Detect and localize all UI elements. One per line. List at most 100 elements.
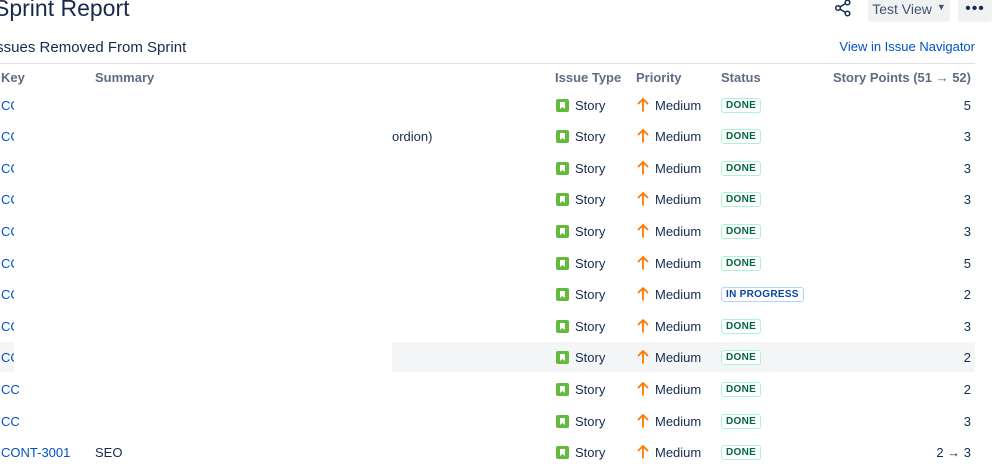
row-issue-type: Story [556, 311, 605, 341]
story-icon [556, 382, 569, 396]
issue-type-label: Story [575, 255, 606, 271]
priority-medium-icon [637, 129, 649, 143]
story-icon [556, 224, 569, 238]
story-points-value: 3 [963, 318, 971, 334]
status-badge: DONE [721, 223, 762, 239]
row-status: DONE [721, 184, 762, 214]
row-issue-type: Story [556, 153, 605, 183]
status-badge: DONE [721, 444, 762, 460]
priority-label: Medium [655, 286, 702, 302]
priority-medium-icon [637, 382, 649, 396]
table-row[interactable]: CC Story Medium DONE 3 [0, 406, 975, 436]
row-story-points: 2 [964, 374, 971, 404]
story-points-value: 2 → 3 [936, 444, 971, 460]
column-header-key[interactable]: Key [1, 70, 25, 85]
story-icon [556, 192, 569, 206]
issue-type-label: Story [575, 349, 606, 365]
row-priority: Medium [637, 406, 701, 436]
priority-label: Medium [655, 97, 702, 113]
status-badge: DONE [721, 255, 762, 271]
row-key: CONT-3001 [1, 437, 70, 464]
row-status: DONE [721, 406, 762, 436]
row-issue-type: Story [556, 184, 605, 214]
more-actions-button[interactable]: ••• [958, 0, 992, 22]
priority-medium-icon [637, 414, 649, 428]
status-badge: DONE [721, 160, 762, 176]
priority-medium-icon [637, 224, 649, 238]
column-header-issue-type[interactable]: Issue Type [555, 70, 621, 85]
row-status: DONE [721, 216, 762, 246]
row-issue-type: Story [556, 374, 605, 404]
view-in-issue-navigator-link[interactable]: View in Issue Navigator [839, 39, 975, 54]
header-divider [0, 63, 975, 64]
priority-medium-icon [637, 192, 649, 206]
priority-label: Medium [655, 444, 702, 460]
status-badge: IN PROGRESS [721, 286, 804, 302]
share-button[interactable] [830, 0, 856, 22]
priority-medium-icon [637, 161, 649, 175]
page-title: Sprint Report [0, 0, 130, 21]
redaction-block [14, 95, 392, 372]
row-issue-type: Story [556, 279, 605, 309]
issue-type-label: Story [575, 97, 606, 113]
priority-label: Medium [655, 318, 702, 334]
table-row[interactable]: CC Story Medium DONE 2 [0, 374, 975, 404]
table-row[interactable]: CONT-3001 SEO Story Medium DONE 2 → 3 [0, 437, 975, 464]
row-priority: Medium [637, 311, 701, 341]
priority-label: Medium [655, 160, 702, 176]
section-title: Issues Removed From Sprint [0, 39, 187, 56]
issue-key-link[interactable]: CONT-3001 [1, 445, 70, 460]
row-priority: Medium [637, 153, 701, 183]
story-points-value: 3 [963, 223, 971, 239]
row-priority: Medium [637, 374, 701, 404]
issue-key-link[interactable]: CC [1, 414, 20, 429]
story-points-value: 3 [963, 128, 971, 144]
column-header-summary[interactable]: Summary [95, 70, 154, 85]
story-points-value: 2 [963, 349, 971, 365]
row-priority: Medium [637, 437, 701, 464]
share-icon [834, 0, 852, 22]
row-priority: Medium [637, 216, 701, 246]
priority-label: Medium [655, 413, 702, 429]
priority-medium-icon [637, 98, 649, 112]
story-icon [556, 256, 569, 270]
story-points-value: 3 [963, 413, 971, 429]
priority-medium-icon [637, 445, 649, 459]
row-story-points: 3 [964, 216, 971, 246]
row-issue-type: Story [556, 90, 605, 120]
row-status: DONE [721, 437, 762, 464]
row-story-points: 3 [964, 184, 971, 214]
view-select-button[interactable]: Test View ▼ [868, 0, 950, 22]
story-points-value: 2 [963, 381, 971, 397]
column-header-status[interactable]: Status [721, 70, 761, 85]
row-status: DONE [721, 248, 762, 278]
story-icon [556, 98, 569, 112]
row-status: DONE [721, 374, 762, 404]
issue-key-link[interactable]: CC [1, 382, 20, 397]
caret-down-icon: ▼ [936, 2, 946, 12]
column-header-priority[interactable]: Priority [636, 70, 682, 85]
row-status: IN PROGRESS [721, 279, 804, 309]
status-badge: DONE [721, 349, 762, 365]
story-icon [556, 129, 569, 143]
row-issue-type: Story [556, 216, 605, 246]
issue-summary[interactable]: ordion) [392, 129, 432, 144]
issue-type-label: Story [575, 413, 606, 429]
column-header-story-points[interactable]: Story Points (51 → 52) [833, 70, 971, 85]
row-summary: ordion) [392, 121, 432, 151]
story-points-value: 3 [963, 191, 971, 207]
row-key: CC [1, 406, 20, 436]
priority-medium-icon [637, 350, 649, 364]
row-priority: Medium [637, 184, 701, 214]
row-story-points: 5 [964, 248, 971, 278]
status-badge: DONE [721, 97, 762, 113]
row-priority: Medium [637, 121, 701, 151]
status-badge: DONE [721, 381, 762, 397]
row-status: DONE [721, 121, 762, 151]
priority-medium-icon [637, 287, 649, 301]
story-points-value: 3 [963, 160, 971, 176]
issue-type-label: Story [575, 286, 606, 302]
issue-summary[interactable]: SEO [95, 445, 122, 460]
story-icon [556, 414, 569, 428]
row-story-points: 2 → 3 [936, 437, 971, 464]
